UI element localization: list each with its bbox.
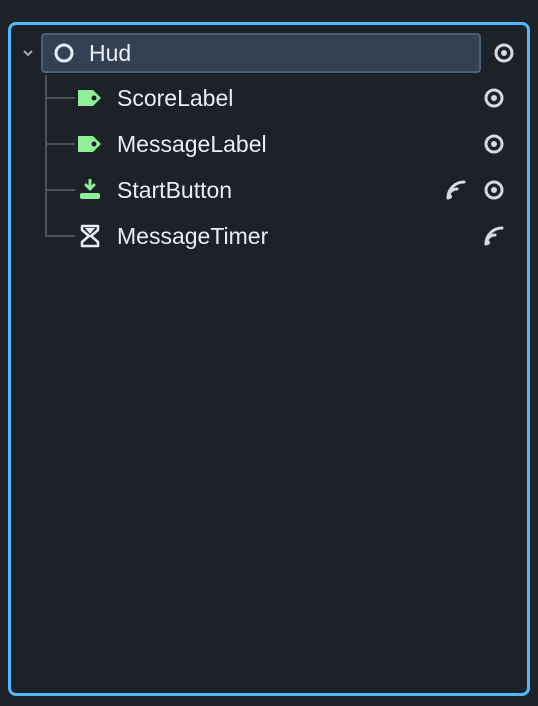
root-node-label: Hud xyxy=(89,40,131,67)
scene-tree-panel: Hud ScoreLabel xyxy=(8,22,530,696)
tree-root-row[interactable]: Hud xyxy=(15,31,523,75)
tree-line xyxy=(37,167,77,213)
node-label: MessageLabel xyxy=(117,131,267,158)
visibility-toggle-icon[interactable] xyxy=(481,85,507,111)
signal-icon[interactable] xyxy=(443,177,469,203)
tree-node-row[interactable]: ScoreLabel xyxy=(15,75,523,121)
tree-node-row[interactable]: MessageTimer xyxy=(15,213,523,259)
signal-icon[interactable] xyxy=(481,223,507,249)
node-label: MessageTimer xyxy=(117,223,268,250)
node-label: StartButton xyxy=(117,177,232,204)
tree-node-row[interactable]: StartButton xyxy=(15,167,523,213)
tree-node-row[interactable]: MessageLabel xyxy=(15,121,523,167)
tree-line xyxy=(37,213,77,259)
tree-line xyxy=(37,75,77,121)
label-icon xyxy=(77,131,103,157)
button-icon xyxy=(77,177,103,203)
root-node-selected[interactable]: Hud xyxy=(41,33,481,73)
visibility-toggle-icon[interactable] xyxy=(481,131,507,157)
visibility-toggle-icon[interactable] xyxy=(491,40,517,66)
visibility-toggle-icon[interactable] xyxy=(481,177,507,203)
timer-icon xyxy=(77,223,103,249)
tree-line xyxy=(37,121,77,167)
node-label: ScoreLabel xyxy=(117,85,233,112)
canvas-layer-icon xyxy=(51,40,77,66)
label-icon xyxy=(77,85,103,111)
collapse-toggle[interactable] xyxy=(19,44,37,62)
